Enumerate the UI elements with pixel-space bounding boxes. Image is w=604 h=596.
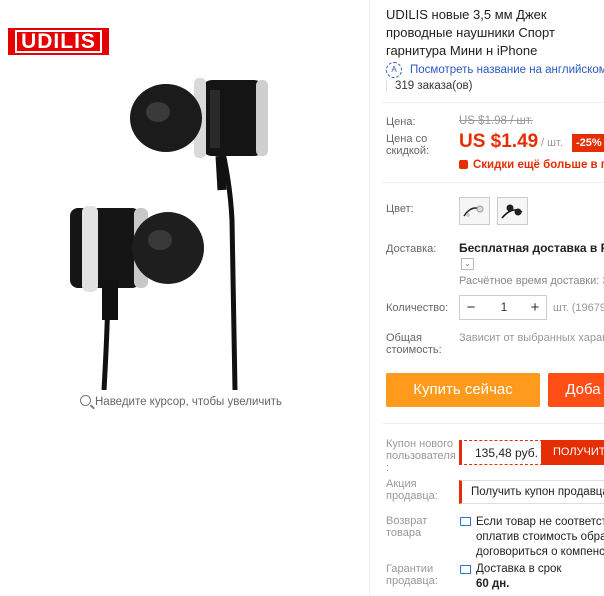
buy-now-button[interactable]: Купить сейчас [386,373,540,407]
shipping-time: Расчётное время доставки: 3 [459,275,604,287]
product-image[interactable] [60,70,290,391]
coupon-label: Купон нового пользователя : [386,438,456,474]
returns-line: Если товар не соответству [476,516,604,528]
returns-text: Если товар не соответству оплатив стоимо… [476,515,604,560]
returns-line: оплатив стоимость обрат [476,531,604,543]
divider [369,0,370,596]
add-to-cart-button[interactable]: Доба [548,373,604,407]
quantity-unit: шт. (19679 [553,302,604,314]
promo-text: Скидки ещё больше в при [473,159,604,171]
returns-line: договориться о компенса [476,546,604,558]
guarantee-line: Доставка в срок [476,563,562,575]
divider [383,182,604,183]
seller-coupon-button[interactable]: Получить купон продавца [459,480,604,504]
discount-price-label: Цена со скидкой: [386,133,430,157]
quantity-label: Количество: [386,302,449,314]
zoom-hint-text: Наведите курсор, чтобы увеличить [95,396,283,408]
quantity-minus-button[interactable]: − [460,296,482,319]
guarantee-label: Гарантии продавца: [386,563,438,587]
orders-count: 319 заказа(ов) [386,80,472,92]
shipping-label: Доставка: [386,243,437,255]
get-coupon-button[interactable]: ПОЛУЧИТ [541,440,604,465]
current-price: US $1.49 [459,131,539,152]
price-label: Цена: [386,116,416,128]
color-swatch-2[interactable] [497,197,528,225]
quantity-input[interactable]: 1 [482,296,526,319]
discount-badge: -25% [572,134,604,152]
promo-icon [459,160,468,169]
translate-icon: A [386,62,402,78]
color-label: Цвет: [386,203,414,215]
total-note: Зависит от выбранных харак [459,332,604,344]
color-swatch-1[interactable] [459,197,490,225]
brand-logo-text: UDILIS [15,30,102,53]
quantity-stepper: − 1 + [459,295,547,320]
divider [383,102,604,103]
coupon-value: 135,48 руб. [475,446,538,460]
returns-label: Возврат товара [386,515,428,539]
price-unit: / шт. [541,137,563,149]
quantity-plus-button[interactable]: + [524,296,546,319]
return-icon [460,517,471,526]
guarantee-days: 60 дн. [476,578,510,590]
translate-link-text: Посмотреть название на английском [410,64,604,77]
guarantee-text: Доставка в срок 60 дн. [476,562,561,592]
magnifier-icon [80,395,91,406]
chevron-down-icon[interactable]: ⌄ [461,258,474,270]
product-title: UDILIS новые 3,5 мм Джек проводные наушн… [386,7,555,58]
promo-link[interactable]: Скидки ещё больше в при [459,159,604,171]
total-label: Общая стоимость: [386,332,442,356]
truck-icon [460,565,471,574]
shipping-free: Бесплатная доставка в Russ [459,241,604,255]
seller-promo-label: Акция продавца: [386,478,438,502]
divider [383,423,604,424]
brand-logo: UDILIS [8,28,109,55]
translate-link[interactable]: A Посмотреть название на английском [386,62,604,78]
zoom-hint: Наведите курсор, чтобы увеличить [80,394,282,408]
old-price: US $1.98 / шт. [459,115,533,127]
